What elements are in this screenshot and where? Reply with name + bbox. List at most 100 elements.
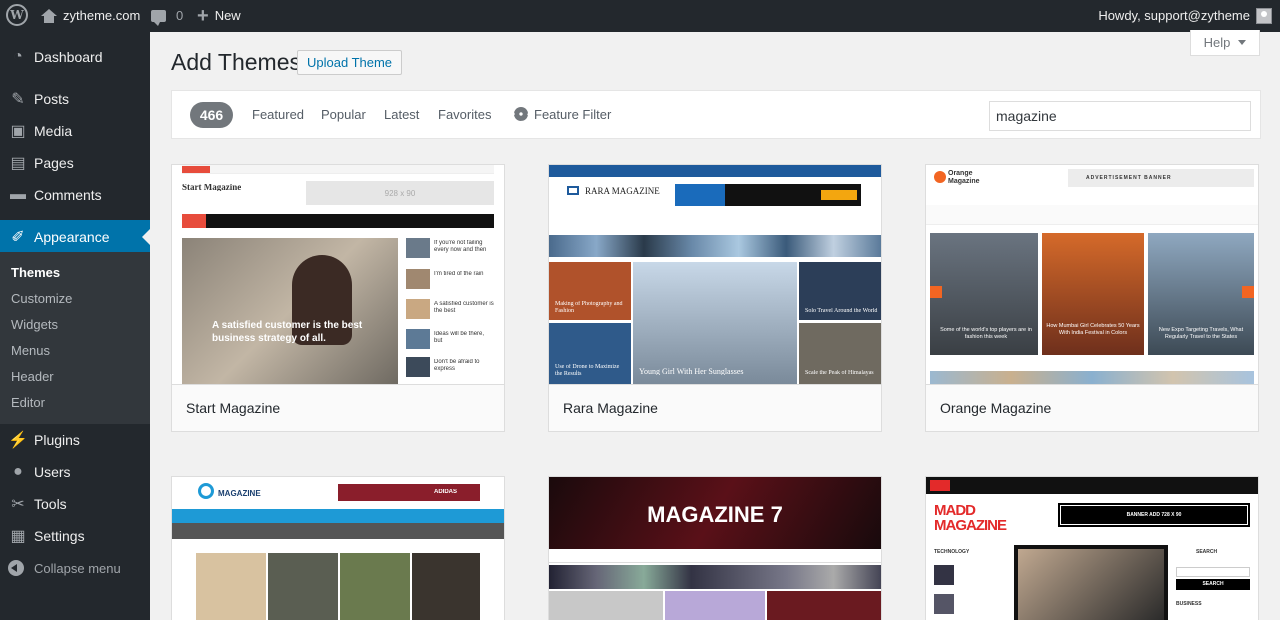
post-caption: How Mumbai Girl Celebrates 50 Years With…	[1046, 323, 1140, 336]
post-caption: Use of Drone to Maximize the Results	[555, 364, 620, 377]
sidebar-item-label: Comments	[34, 187, 102, 203]
admin-bar: W zytheme.com 0 + New Howdy, support@zyt…	[0, 0, 1280, 32]
admin-sidebar: ◔ Dashboard ✎ Posts ▣ Media ▤ Pages ▬ Co…	[0, 32, 150, 620]
brush-icon: ✐	[11, 229, 25, 246]
filter-latest[interactable]: Latest	[384, 107, 419, 122]
site-name-label: zytheme.com	[63, 8, 141, 23]
submenu-widgets[interactable]: Widgets	[11, 317, 58, 332]
sidebar-item-appearance[interactable]: ✐ Appearance	[0, 220, 150, 254]
sidebar-item-label: Media	[34, 123, 73, 139]
sidebar-item-label: Dashboard	[34, 49, 103, 65]
theme-name: Rara Magazine	[549, 384, 881, 431]
wrench-icon: ✂	[11, 496, 25, 513]
feature-filter-button[interactable]: Feature Filter	[514, 107, 611, 122]
post-caption: Making of Photography and Fashion	[555, 301, 623, 314]
sidebar-item-label: Appearance	[34, 229, 110, 245]
theme-logo-text: Start Magazine	[182, 184, 242, 191]
theme-screenshot: Start Magazine 928 x 90 A satisfied cust…	[172, 165, 504, 384]
widget-title: TECHNOLOGY	[934, 549, 970, 555]
search-themes-input[interactable]	[989, 101, 1251, 131]
ad-banner-text: BANNER ADD 728 X 90	[1126, 512, 1182, 518]
theme-count-badge: 466	[190, 102, 233, 128]
submenu-themes[interactable]: Themes	[11, 265, 60, 280]
theme-logo-text: RARA MAGAZINE	[585, 186, 660, 196]
plugin-icon: ⚡	[8, 432, 28, 449]
wordpress-logo-icon[interactable]: W	[6, 4, 28, 26]
theme-screenshot: MAGAZINE ADIDAS	[172, 477, 504, 620]
sidebar-item-pages[interactable]: ▤ Pages	[0, 146, 150, 180]
sidebar-item-label: Plugins	[34, 432, 80, 448]
theme-screenshot: MADD MAGAZINE BANNER ADD 728 X 90 TECHNO…	[926, 477, 1258, 620]
sidebar-item-label: Users	[34, 464, 71, 480]
media-icon: ▣	[10, 123, 26, 140]
sidebar-item-plugins[interactable]: ⚡ Plugins	[0, 423, 150, 457]
collapse-icon	[8, 560, 24, 576]
post-caption: Young Girl With Her Sunglasses	[639, 368, 744, 375]
plus-icon: +	[197, 5, 209, 27]
avatar	[1256, 8, 1272, 24]
theme-card-5[interactable]: MAGAZINE 7	[548, 476, 882, 620]
new-content-link[interactable]: + New	[197, 0, 241, 32]
my-account-link[interactable]: Howdy, support@zytheme	[1098, 0, 1272, 32]
theme-card-rara-magazine[interactable]: RARA MAGAZINE Making of Photography and …	[548, 164, 882, 432]
upload-theme-button[interactable]: Upload Theme	[297, 50, 403, 75]
theme-logo-text: MAGAZINE	[218, 490, 261, 497]
filter-popular[interactable]: Popular	[321, 107, 366, 122]
pin-icon: ✎	[11, 91, 25, 108]
theme-screenshot: MAGAZINE 7	[549, 477, 881, 620]
post-caption: Scale the Peak of Himalayas	[805, 370, 874, 376]
theme-logo-text: Orange Magazine	[948, 170, 980, 185]
side-post-title: A satisfied customer is the best	[434, 301, 494, 314]
sidebar-item-posts[interactable]: ✎ Posts	[0, 82, 150, 116]
caret-down-icon	[1238, 40, 1247, 45]
submenu-menus[interactable]: Menus	[11, 343, 50, 358]
side-post-title: I'm tired of the rain	[434, 271, 484, 277]
theme-logo-text: MADD MAGAZINE	[934, 503, 1007, 533]
post-caption: New Expo Targeting Travels, What Regular…	[1158, 327, 1244, 340]
sidebar-item-dashboard[interactable]: ◔ Dashboard	[0, 40, 150, 74]
sidebar-item-settings[interactable]: ▦ Settings	[0, 519, 150, 553]
appearance-submenu: Themes Customize Widgets Menus Header Ed…	[0, 252, 150, 424]
theme-screenshot: Orange Magazine ADVERTISEMENT BANNER Som…	[926, 165, 1258, 384]
theme-card-orange-magazine[interactable]: Orange Magazine ADVERTISEMENT BANNER Som…	[925, 164, 1259, 432]
widget-title: BUSINESS	[1176, 601, 1202, 607]
submenu-header[interactable]: Header	[11, 369, 54, 384]
site-name-link[interactable]: zytheme.com	[41, 0, 140, 32]
theme-screenshot: RARA MAGAZINE Making of Photography and …	[549, 165, 881, 384]
ad-banner-text: ADVERTISEMENT BANNER	[1086, 175, 1172, 181]
help-tab-button[interactable]: Help	[1190, 30, 1260, 56]
theme-filter-bar: 466 Featured Popular Latest Favorites Fe…	[171, 90, 1261, 139]
sidebar-item-users[interactable]: ● Users	[0, 455, 150, 489]
theme-card-6[interactable]: MADD MAGAZINE BANNER ADD 728 X 90 TECHNO…	[925, 476, 1259, 620]
gear-icon	[514, 107, 528, 121]
new-label: New	[214, 8, 241, 23]
widget-title: SEARCH	[1196, 549, 1218, 555]
theme-card-4[interactable]: MAGAZINE ADIDAS	[171, 476, 505, 620]
theme-card-start-magazine[interactable]: Start Magazine 928 x 90 A satisfied cust…	[171, 164, 505, 432]
collapse-menu-button[interactable]: Collapse menu	[0, 551, 150, 585]
comments-link[interactable]: 0	[151, 0, 183, 32]
sidebar-item-media[interactable]: ▣ Media	[0, 114, 150, 148]
ad-placeholder-text: 928 x 90	[384, 190, 416, 197]
post-caption: Some of the world's top players are in f…	[940, 327, 1032, 340]
help-label: Help	[1203, 35, 1231, 50]
greeting-text: Howdy, support@zytheme	[1098, 8, 1250, 23]
side-post-title: Don't be afraid to express	[434, 359, 480, 372]
feature-filter-label: Feature Filter	[534, 107, 612, 122]
theme-name: Orange Magazine	[926, 384, 1258, 431]
collapse-label: Collapse menu	[34, 560, 121, 576]
sidebar-item-label: Pages	[34, 155, 74, 171]
submenu-editor[interactable]: Editor	[11, 395, 45, 410]
comments-count: 0	[176, 8, 184, 23]
filter-featured[interactable]: Featured	[252, 107, 304, 122]
filter-favorites[interactable]: Favorites	[438, 107, 491, 122]
page-title: Add Themes	[171, 49, 301, 75]
submenu-customize[interactable]: Customize	[11, 291, 72, 306]
pages-icon: ▤	[10, 155, 26, 172]
post-caption: Solo Travel Around the World	[805, 308, 878, 314]
sidebar-item-tools[interactable]: ✂ Tools	[0, 487, 150, 521]
sidebar-item-comments[interactable]: ▬ Comments	[0, 178, 150, 212]
side-post-title: Ideas will be there, but	[434, 331, 485, 344]
ad-banner-text: ADIDAS	[434, 489, 458, 495]
theme-name: Start Magazine	[172, 384, 504, 431]
